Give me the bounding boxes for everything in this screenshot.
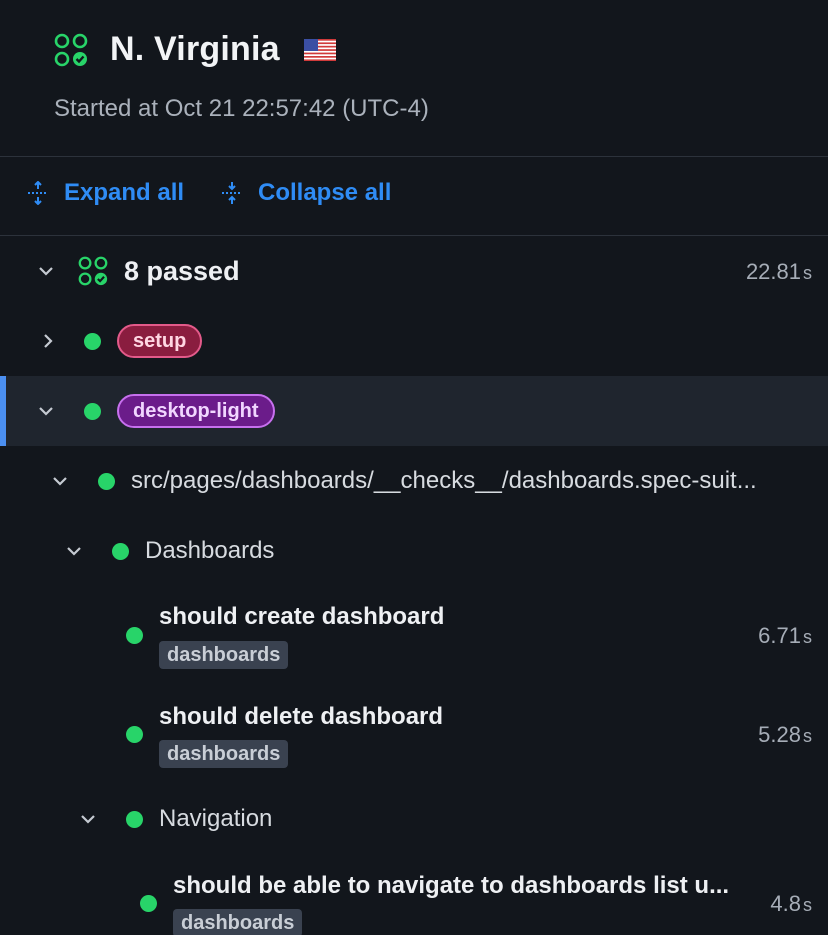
region-header: N. Virginia Started at Oct 21 22:57:42 (… (0, 0, 828, 156)
collapse-icon (222, 182, 242, 204)
tree-row-desktop-light[interactable]: desktop-light (0, 376, 828, 446)
chevron-down-icon[interactable] (78, 809, 98, 829)
duration-unit: s (803, 895, 812, 915)
us-flag-icon (303, 38, 336, 61)
collapse-all-button[interactable]: Collapse all (220, 179, 391, 207)
tree-row-test[interactable]: should be able to navigate to dashboards… (0, 864, 828, 935)
passed-count: 8 passed (124, 256, 240, 286)
tree-row-test[interactable]: should create dashboard dashboards 6.71 s (0, 596, 828, 686)
duration-unit: s (803, 627, 812, 647)
chevron-right-icon[interactable] (38, 331, 58, 351)
status-dot (140, 895, 157, 912)
status-dot (126, 811, 143, 828)
duration-unit: s (803, 263, 812, 283)
status-dot (126, 726, 143, 743)
chevron-down-icon[interactable] (36, 261, 56, 281)
project-tag-setup: setup (117, 324, 203, 358)
test-tag: dashboards (159, 740, 289, 768)
duration-unit: s (803, 726, 812, 746)
test-duration: 4.8 s (770, 891, 812, 917)
expand-icon (28, 181, 48, 205)
status-dot (126, 627, 143, 644)
suite-name: Navigation (159, 805, 273, 832)
test-title: should be able to navigate to dashboards… (173, 872, 730, 899)
start-time: Started at Oct 21 22:57:42 (UTC-4) (54, 95, 429, 122)
duration-value: 22.81 (745, 259, 801, 284)
status-dot (98, 473, 115, 490)
status-dot (84, 333, 101, 350)
summary-row[interactable]: 8 passed 22.81 s (0, 236, 828, 306)
status-dot (84, 403, 101, 420)
test-tag: dashboards (173, 909, 303, 935)
tree-row-test[interactable]: should delete dashboard dashboards 5.28 s (0, 696, 828, 786)
tree-row-suite-navigation[interactable]: Navigation (0, 784, 828, 854)
region-name: N. Virginia (110, 30, 280, 68)
expand-all-button[interactable]: Expand all (26, 179, 184, 207)
chevron-down-icon[interactable] (50, 471, 70, 491)
duration-value: 4.8 (770, 891, 801, 916)
chevron-down-icon[interactable] (64, 541, 84, 561)
region-title-row: N. Virginia (54, 30, 336, 69)
passed-grid-icon (78, 256, 108, 286)
test-duration: 6.71 s (758, 623, 812, 649)
test-duration: 5.28 s (758, 722, 812, 748)
spec-file-path: src/pages/dashboards/__checks__/dashboar… (131, 467, 757, 494)
tree-row-file[interactable]: src/pages/dashboards/__checks__/dashboar… (0, 446, 828, 516)
duration-value: 5.28 (758, 722, 801, 747)
duration-value: 6.71 (758, 623, 801, 648)
status-dot (112, 543, 129, 560)
test-title: should create dashboard (159, 603, 445, 630)
tree-toolbar: Expand all Collapse all (0, 157, 828, 235)
expand-all-label: Expand all (64, 179, 185, 206)
total-duration: 22.81 s (746, 259, 812, 285)
tree-row-setup[interactable]: setup (0, 306, 828, 376)
project-tag-desktop-light: desktop-light (117, 394, 275, 428)
test-tag: dashboards (159, 641, 289, 669)
collapse-all-label: Collapse all (258, 179, 392, 206)
suite-name: Dashboards (145, 537, 275, 564)
passed-grid-icon (54, 33, 88, 66)
tree-row-suite-dashboards[interactable]: Dashboards (0, 516, 828, 586)
chevron-down-icon[interactable] (36, 401, 56, 421)
test-title: should delete dashboard (159, 703, 444, 730)
